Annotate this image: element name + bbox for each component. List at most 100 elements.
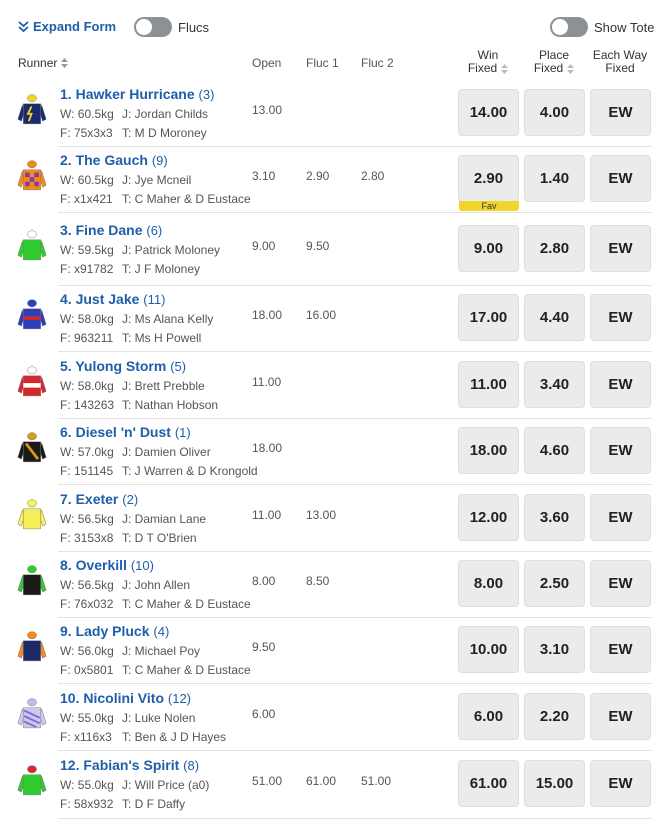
- runner-row: 1. Hawker Hurricane (3) W: 60.5kg J: Jorda…: [0, 80, 666, 147]
- each-way-button[interactable]: EW: [590, 560, 651, 607]
- runner-name-link[interactable]: 9. Lady Pluck (4): [60, 623, 169, 639]
- runner-name-link[interactable]: 1. Hawker Hurricane (3): [60, 86, 214, 102]
- runner-form: F: 76x032: [60, 597, 114, 611]
- each-way-button[interactable]: EW: [590, 225, 651, 272]
- each-way-button[interactable]: EW: [590, 760, 651, 807]
- runner-form: F: x1x421: [60, 192, 113, 206]
- runner-name-link[interactable]: 8. Overkill (10): [60, 557, 154, 573]
- fluc1-price: 13.00: [306, 508, 337, 522]
- runner-trainer: T: J Warren & D Krongold: [122, 464, 258, 478]
- runner-form-trainer: F: 58x932 T: D F Daffy: [60, 797, 185, 811]
- runner-barrier: (10): [130, 558, 154, 573]
- runner-weight-jockey: W: 58.0kg J: Brett Prebble: [60, 379, 205, 393]
- open-price: 51.00: [252, 774, 283, 788]
- open-price: 3.10: [252, 169, 276, 183]
- runner-trainer: T: C Maher & D Eustace: [122, 597, 251, 611]
- place-fixed-button[interactable]: 2.80: [524, 225, 585, 272]
- runner-form: F: 0x5801: [60, 663, 114, 677]
- open-price: 11.00: [252, 508, 282, 522]
- win-fixed-button[interactable]: 6.00: [458, 693, 519, 740]
- win-fixed-button[interactable]: 8.00: [458, 560, 519, 607]
- runner-name: Diesel 'n' Dust: [75, 424, 171, 440]
- runner-form-trainer: F: x1x421 T: C Maher & D Eustace: [60, 192, 251, 206]
- runner-name: Hawker Hurricane: [75, 86, 195, 102]
- runner-jockey: J: Ms Alana Kelly: [122, 312, 214, 326]
- expand-form-button[interactable]: Expand Form: [18, 19, 116, 34]
- win-fixed-button[interactable]: 11.00: [458, 361, 519, 408]
- runner-number: 3.: [60, 222, 72, 238]
- runner-form: F: 75x3x3: [60, 126, 113, 140]
- place-fixed-button[interactable]: 1.40: [524, 155, 585, 202]
- runner-column-header[interactable]: Runner: [18, 56, 69, 70]
- runner-name-link[interactable]: 2. The Gauch (9): [60, 152, 168, 168]
- place-fixed-button[interactable]: 3.60: [524, 494, 585, 541]
- each-way-button[interactable]: EW: [590, 693, 651, 740]
- runner-jockey: J: Damien Oliver: [122, 445, 211, 459]
- runner-number: 10.: [60, 690, 80, 706]
- each-way-button[interactable]: EW: [590, 494, 651, 541]
- runner-name-link[interactable]: 6. Diesel 'n' Dust (1): [60, 424, 191, 440]
- runner-weight: W: 59.5kg: [60, 243, 114, 257]
- each-way-button[interactable]: EW: [590, 361, 651, 408]
- runner-weight: W: 57.0kg: [60, 445, 114, 459]
- win-fixed-button[interactable]: 2.90: [458, 155, 519, 202]
- jockey-silk-icon: [16, 158, 48, 198]
- win-fixed-column-header[interactable]: Win Fixed: [458, 49, 518, 75]
- win-header-line2: Fixed: [467, 61, 498, 75]
- each-way-button[interactable]: EW: [590, 155, 651, 202]
- runner-number: 2.: [60, 152, 72, 168]
- fluc1-price: 2.90: [306, 169, 330, 183]
- sort-icon: [567, 63, 575, 74]
- runner-name: Overkill: [75, 557, 127, 573]
- runner-name-link[interactable]: 10. Nicolini Vito (12): [60, 690, 191, 706]
- runner-form-trainer: F: x91782 T: J F Moloney: [60, 262, 200, 276]
- win-fixed-button[interactable]: 10.00: [458, 626, 519, 673]
- win-fixed-button[interactable]: 9.00: [458, 225, 519, 272]
- runner-row: 12. Fabian's Spirit (8) W: 55.0kg J: Will …: [0, 751, 666, 819]
- open-price: 18.00: [252, 308, 283, 322]
- runner-name-link[interactable]: 5. Yulong Storm (5): [60, 358, 186, 374]
- place-fixed-button[interactable]: 3.40: [524, 361, 585, 408]
- place-fixed-button[interactable]: 4.60: [524, 427, 585, 474]
- runner-row: 10. Nicolini Vito (12) W: 55.0kg J: Luke N…: [0, 684, 666, 751]
- flucs-toggle[interactable]: [134, 17, 172, 37]
- win-fixed-button[interactable]: 17.00: [458, 294, 519, 341]
- each-way-button[interactable]: EW: [590, 294, 651, 341]
- runner-number: 4.: [60, 291, 72, 307]
- fluc2-price: 2.80: [361, 169, 385, 183]
- runner-form-trainer: F: 3153x8 T: D T O'Brien: [60, 531, 197, 545]
- runner-jockey: J: John Allen: [122, 578, 191, 592]
- open-price: 8.00: [252, 574, 276, 588]
- win-fixed-button[interactable]: 18.00: [458, 427, 519, 474]
- runner-form: F: x91782: [60, 262, 114, 276]
- runner-name-link[interactable]: 12. Fabian's Spirit (8): [60, 757, 199, 773]
- runner-barrier: (3): [198, 87, 215, 102]
- runner-weight: W: 56.5kg: [60, 512, 114, 526]
- win-fixed-button[interactable]: 61.00: [458, 760, 519, 807]
- place-fixed-button[interactable]: 2.20: [524, 693, 585, 740]
- runner-name-link[interactable]: 4. Just Jake (11): [60, 291, 165, 307]
- place-fixed-button[interactable]: 3.10: [524, 626, 585, 673]
- place-fixed-column-header[interactable]: Place Fixed: [524, 49, 584, 75]
- runner-barrier: (4): [153, 624, 170, 639]
- runner-number: 5.: [60, 358, 72, 374]
- win-fixed-button[interactable]: 14.00: [458, 89, 519, 136]
- runner-weight: W: 58.0kg: [60, 379, 114, 393]
- runner-barrier: (11): [143, 292, 166, 307]
- show-tote-toggle[interactable]: [550, 17, 588, 37]
- runner-name-link[interactable]: 7. Exeter (2): [60, 491, 138, 507]
- place-fixed-button[interactable]: 4.40: [524, 294, 585, 341]
- each-way-button[interactable]: EW: [590, 626, 651, 673]
- runner-form-trainer: F: 76x032 T: C Maher & D Eustace: [60, 597, 251, 611]
- place-fixed-button[interactable]: 2.50: [524, 560, 585, 607]
- each-way-button[interactable]: EW: [590, 427, 651, 474]
- win-fixed-button[interactable]: 12.00: [458, 494, 519, 541]
- runner-weight-jockey: W: 55.0kg J: Luke Nolen: [60, 711, 195, 725]
- place-fixed-button[interactable]: 4.00: [524, 89, 585, 136]
- runner-name-link[interactable]: 3. Fine Dane (6): [60, 222, 162, 238]
- fluc1-column-header: Fluc 1: [306, 56, 339, 70]
- fluc1-price: 9.50: [306, 239, 330, 253]
- each-way-button[interactable]: EW: [590, 89, 651, 136]
- place-fixed-button[interactable]: 15.00: [524, 760, 585, 807]
- runner-number: 1.: [60, 86, 72, 102]
